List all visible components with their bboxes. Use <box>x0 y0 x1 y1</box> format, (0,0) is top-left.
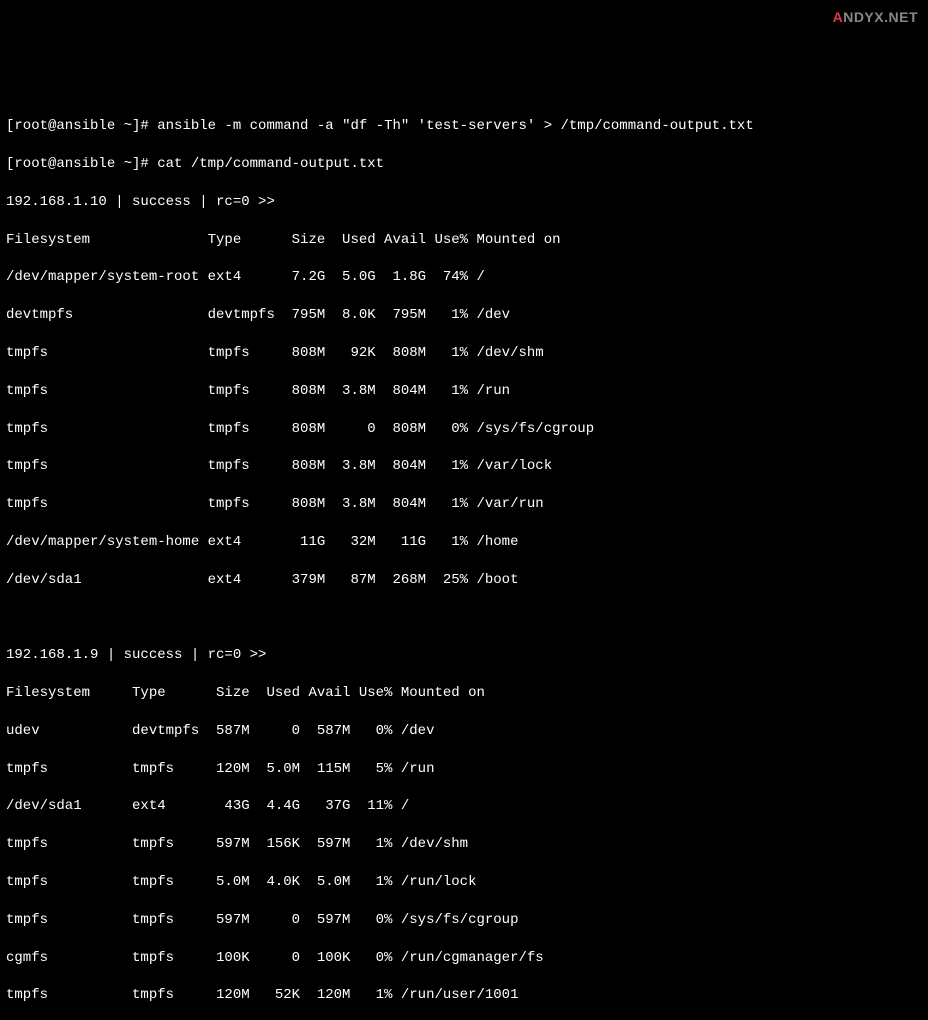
table-row: udev devtmpfs 587M 0 587M 0% /dev <box>6 722 922 741</box>
table-row: /dev/mapper/system-root ext4 7.2G 5.0G 1… <box>6 268 922 287</box>
host2-header: 192.168.1.9 | success | rc=0 >> <box>6 646 922 665</box>
command-text: cat /tmp/command-output.txt <box>157 156 384 172</box>
table-row: /dev/sda1 ext4 43G 4.4G 37G 11% / <box>6 797 922 816</box>
table-row: tmpfs tmpfs 5.0M 4.0K 5.0M 1% /run/lock <box>6 873 922 892</box>
watermark: ANDYX.NET <box>833 8 918 27</box>
table-row: tmpfs tmpfs 120M 52K 120M 1% /run/user/1… <box>6 986 922 1005</box>
table-row: tmpfs tmpfs 808M 3.8M 804M 1% /var/lock <box>6 457 922 476</box>
watermark-a: A <box>833 9 844 25</box>
table-row: tmpfs tmpfs 120M 5.0M 115M 5% /run <box>6 760 922 779</box>
table-row: cgmfs tmpfs 100K 0 100K 0% /run/cgmanage… <box>6 949 922 968</box>
table-row: tmpfs tmpfs 808M 3.8M 804M 1% /run <box>6 382 922 401</box>
prompt-line-1[interactable]: [root@ansible ~]# ansible -m command -a … <box>6 117 922 136</box>
table-row: devtmpfs devtmpfs 795M 8.0K 795M 1% /dev <box>6 306 922 325</box>
table-row: /dev/mapper/system-home ext4 11G 32M 11G… <box>6 533 922 552</box>
table-row: tmpfs tmpfs 808M 0 808M 0% /sys/fs/cgrou… <box>6 420 922 439</box>
prompt-prefix: [root@ansible ~]# <box>6 118 157 134</box>
table-row: tmpfs tmpfs 808M 3.8M 804M 1% /var/run <box>6 495 922 514</box>
table-row: tmpfs tmpfs 808M 92K 808M 1% /dev/shm <box>6 344 922 363</box>
host2-columns: Filesystem Type Size Used Avail Use% Mou… <box>6 684 922 703</box>
table-row: tmpfs tmpfs 597M 156K 597M 1% /dev/shm <box>6 835 922 854</box>
blank-line <box>6 609 922 628</box>
command-text: ansible -m command -a "df -Th" 'test-ser… <box>157 118 754 134</box>
prompt-prefix: [root@ansible ~]# <box>6 156 157 172</box>
table-row: tmpfs tmpfs 597M 0 597M 0% /sys/fs/cgrou… <box>6 911 922 930</box>
host1-columns: Filesystem Type Size Used Avail Use% Mou… <box>6 231 922 250</box>
table-row: /dev/sda1 ext4 379M 87M 268M 25% /boot <box>6 571 922 590</box>
watermark-rest: NDYX.NET <box>843 9 918 25</box>
host1-header: 192.168.1.10 | success | rc=0 >> <box>6 193 922 212</box>
prompt-line-2[interactable]: [root@ansible ~]# cat /tmp/command-outpu… <box>6 155 922 174</box>
